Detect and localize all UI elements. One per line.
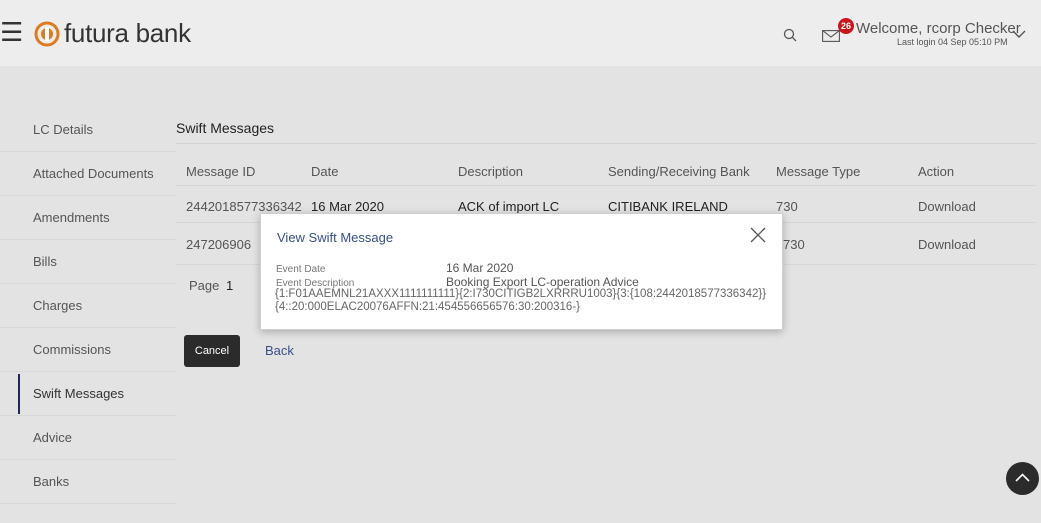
column-header-action: Action [918,164,955,179]
back-link[interactable]: Back [265,343,294,358]
column-header-description: Description [458,164,524,179]
futura-logo-icon [34,21,60,47]
cell-message-id: 2442018577336342 [186,199,302,214]
top-header: ☰ futura bank 26 Welcome, rcorp Checker … [0,0,1041,66]
section-title: Swift Messages [176,120,275,136]
scroll-to-top-button[interactable] [1006,462,1039,495]
cell-message-type: 730 [776,199,798,214]
column-header-message-id: Message ID [186,164,256,179]
brand-logo[interactable]: futura bank [34,18,191,49]
sidebar-item-banks[interactable]: Banks [0,460,177,504]
sidebar-item-swift-messages[interactable]: Swift Messages [0,372,177,416]
cell-message-id: 247206906 [186,237,252,252]
cell-bank: CITIBANK IRELAND [608,199,728,214]
sidebar-item-commissions[interactable]: Commissions [0,328,177,372]
column-header-message-type: Message Type [776,164,861,179]
cell-description: ACK of import LC [458,199,560,214]
sidebar-item-lc-details[interactable]: LC Details [0,108,177,152]
close-icon[interactable] [750,227,766,248]
welcome-text[interactable]: Welcome, rcorp Checker [856,20,1021,37]
table-header: Message ID Date Description Sending/Rece… [176,150,1036,190]
hamburger-menu-icon[interactable]: ☰ [0,19,23,45]
cell-message-type: 730 [783,237,805,252]
sidebar-item-charges[interactable]: Charges [0,284,177,328]
event-date-label: Event Date [276,264,326,275]
column-header-date: Date [311,164,339,179]
cancel-button[interactable]: Cancel [184,335,240,367]
notification-badge[interactable]: 26 [838,18,854,34]
chevron-up-icon [1015,473,1030,482]
last-login-text: Last login 04 Sep 05:10 PM [897,37,1008,47]
search-icon[interactable] [783,28,797,47]
column-header-bank: Sending/Receiving Bank [608,164,750,179]
cell-date: 16 Mar 2020 [311,199,384,214]
sidebar-item-attached-documents[interactable]: Attached Documents [0,152,177,196]
brand-name: futura bank [64,18,191,48]
view-swift-message-modal: View Swift Message Event Date 16 Mar 202… [260,213,783,330]
page-label: Page [189,278,220,293]
event-description-value: Booking Export LC-operation Advice [446,275,639,289]
modal-title: View Swift Message [277,230,394,245]
event-date-value: 16 Mar 2020 [446,261,514,275]
page-number[interactable]: 1 [226,278,233,293]
chevron-down-icon[interactable] [1012,25,1026,43]
swift-message-text: {1:F01AAEMNL21AXXX1111111111}{2:I730CITI… [275,288,767,313]
sidebar-nav: LC Details Attached Documents Amendments… [0,108,177,504]
divider [176,143,1036,144]
sidebar-item-bills[interactable]: Bills [0,240,177,284]
sidebar-item-amendments[interactable]: Amendments [0,196,177,240]
mail-icon[interactable] [822,29,840,47]
sidebar-item-advice[interactable]: Advice [0,416,177,460]
download-link[interactable]: Download [918,199,976,214]
download-link[interactable]: Download [918,237,976,252]
